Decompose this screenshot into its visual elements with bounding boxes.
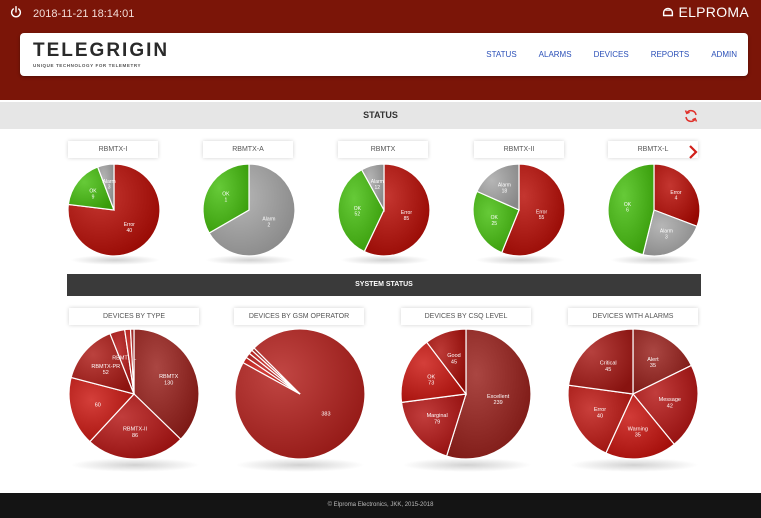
pie-shadow	[402, 458, 532, 472]
chart-title-rbmtx-a: RBMTX-A	[203, 141, 293, 158]
pie-slice-label: OK 73	[427, 374, 435, 386]
pie-chart-devices-by-gsm-operator[interactable]: 383	[234, 328, 366, 460]
status-bar: STATUS	[0, 102, 761, 129]
datetime: 2018-11-21 18:14:01	[33, 8, 135, 20]
header-bar: 2018-11-21 18:14:01 ELPROMA TELEGRIGIN U…	[0, 0, 761, 100]
nav-card: TELEGRIGIN UNIQUE TECHNOLOGY FOR TELEMET…	[20, 33, 748, 76]
logo-tagline: UNIQUE TECHNOLOGY FOR TELEMETRY	[33, 63, 142, 68]
nav-reports[interactable]: REPORTS	[651, 50, 690, 59]
next-chevron-icon[interactable]	[687, 145, 699, 159]
chart-title-devices-by-csq-level: DEVICES BY CSQ LEVEL	[401, 308, 531, 325]
pie-chart-devices-with-alarms[interactable]: Alert 35Message 42Warning 35Error 40Critical…	[567, 328, 699, 460]
nav-status[interactable]: STATUS	[486, 50, 516, 59]
nav-alarms[interactable]: ALARMS	[539, 50, 572, 59]
pie-chart-devices-by-csq-level[interactable]: Excellent 239Marginal 79OK 73Good 45	[400, 328, 532, 460]
footer: © Elproma Electronics, JKK, 2015-2018	[0, 493, 761, 518]
logo-text: TELEGRIGIN	[33, 40, 170, 61]
pie-slice-label: 60	[95, 402, 101, 408]
refresh-icon[interactable]	[683, 108, 699, 124]
chart-title-devices-by-type: DEVICES BY TYPE	[69, 308, 199, 325]
system-status-bar: SYSTEM STATUS	[67, 274, 701, 296]
status-title: STATUS	[363, 110, 398, 120]
pie-slice-label: 383	[321, 411, 330, 417]
pie-shadow	[70, 458, 200, 472]
chart-title-devices-with-alarms: DEVICES WITH ALARMS	[568, 308, 698, 325]
brand-name: ELPROMA	[678, 4, 749, 20]
nav-admin[interactable]: ADMIN	[711, 50, 737, 59]
pie-chart-rbmtx[interactable]: Error 85OK 52Alarm 12	[337, 163, 431, 257]
brand-logo: ELPROMA	[661, 4, 749, 20]
chart-title-rbmtx-i: RBMTX-I	[68, 141, 158, 158]
pie-chart-rbmtx-a[interactable]: Alarm 2OK 1	[202, 163, 296, 257]
pie-chart-devices-by-type[interactable]: RBMTX 130RBMTX-II 8660RBMTX-PR 52RBMTX-L	[68, 328, 200, 460]
chart-title-rbmtx: RBMTX	[338, 141, 428, 158]
pie-shadow	[235, 458, 365, 472]
chart-title-devices-by-gsm-operator: DEVICES BY GSM OPERATOR	[234, 308, 364, 325]
pie-chart-rbmtx-l[interactable]: Error 4Alarm 3OK 6	[607, 163, 701, 257]
pie-chart-rbmtx-ii[interactable]: Error 55OK 25Alarm 18	[472, 163, 566, 257]
elproma-logo-icon	[663, 7, 674, 17]
power-icon[interactable]	[9, 5, 23, 19]
chart-title-rbmtx-ii: RBMTX-II	[474, 141, 564, 158]
nav-devices[interactable]: DEVICES	[594, 50, 629, 59]
telegrigin-logo[interactable]: TELEGRIGIN UNIQUE TECHNOLOGY FOR TELEMET…	[33, 40, 169, 68]
pie-chart-rbmtx-i[interactable]: Error 40OK 9Alarm 3	[67, 163, 161, 257]
chart-title-rbmtx-l: RBMTX-L	[608, 141, 698, 158]
pie-shadow	[569, 458, 699, 472]
main-nav: STATUS ALARMS DEVICES REPORTS ADMIN	[475, 33, 748, 76]
